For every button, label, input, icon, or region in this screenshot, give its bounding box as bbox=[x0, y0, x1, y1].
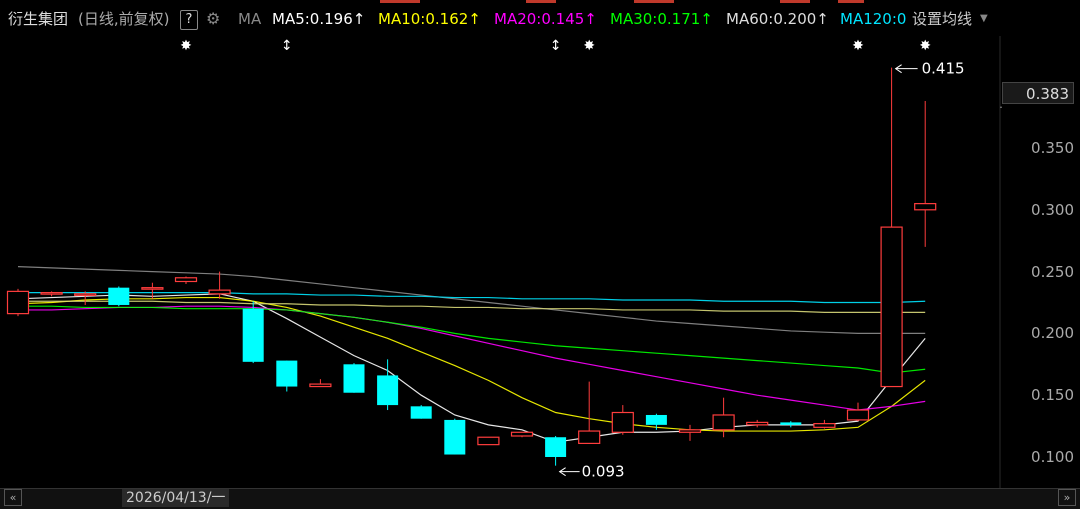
y-tick: 0.300 bbox=[1031, 201, 1074, 219]
candle-body bbox=[846, 409, 870, 421]
candle-body bbox=[611, 411, 634, 433]
candle-body bbox=[276, 360, 298, 387]
help-button[interactable]: ? bbox=[180, 10, 198, 30]
ma-line-ma5 bbox=[17, 293, 926, 443]
ma30-value: MA30:0.171↑ bbox=[610, 10, 713, 28]
ma10-value: MA10:0.162↑ bbox=[378, 10, 481, 28]
period-mode[interactable]: (日线,前复权) bbox=[78, 8, 169, 30]
current-price-label: 0.383 bbox=[1002, 82, 1074, 104]
candle-body bbox=[6, 290, 30, 315]
event-mark-icon: ↕ bbox=[550, 38, 562, 54]
event-mark-icon: ✸ bbox=[583, 38, 595, 54]
date-label: 2026/04/13/一 bbox=[122, 489, 230, 507]
chevron-down-icon[interactable]: ▼ bbox=[980, 8, 988, 30]
candle-body bbox=[712, 414, 735, 431]
candle-body bbox=[678, 429, 702, 433]
high-label: 0.415 bbox=[922, 60, 965, 78]
candle-body bbox=[545, 437, 567, 457]
top-tab-marker bbox=[526, 0, 556, 3]
scroll-left-button[interactable]: « bbox=[4, 489, 22, 506]
candle-body bbox=[444, 419, 466, 455]
stock-name: 衍生集团 bbox=[8, 10, 69, 28]
candle-body bbox=[74, 293, 97, 296]
top-tab-marker bbox=[780, 0, 810, 3]
candlestick-chart[interactable]: ✸ ↕ ↕ ✸ ✸ ✸ 0.415 0.093 bbox=[0, 0, 1080, 508]
y-tick: 0.150 bbox=[1031, 386, 1074, 404]
candle-body bbox=[578, 430, 601, 445]
candle-body bbox=[208, 289, 231, 295]
event-mark-icon: ✸ bbox=[919, 38, 931, 54]
event-mark-icon: ✸ bbox=[180, 38, 192, 54]
candle-body bbox=[813, 423, 836, 428]
candle-body bbox=[914, 203, 937, 211]
candle-body bbox=[174, 277, 198, 283]
candle-body bbox=[108, 287, 130, 305]
ma120-value: MA120:0 bbox=[840, 10, 907, 28]
y-tick: 0.200 bbox=[1031, 324, 1074, 342]
gear-icon[interactable]: ⚙ bbox=[206, 8, 220, 30]
candle-body bbox=[309, 383, 332, 388]
event-mark-icon: ↕ bbox=[281, 38, 293, 54]
event-mark-icon: ✸ bbox=[852, 38, 864, 54]
y-tick: 0.250 bbox=[1031, 263, 1074, 281]
candle-body bbox=[645, 414, 667, 425]
ma-line-ma20 bbox=[18, 305, 926, 411]
candle-body bbox=[880, 226, 903, 388]
candle-body bbox=[242, 308, 264, 362]
ma-line-ma10 bbox=[17, 296, 926, 432]
candle-body bbox=[410, 406, 432, 419]
ma-settings-link[interactable]: 设置均线 bbox=[912, 8, 972, 30]
candle-body bbox=[40, 292, 63, 295]
ma-label: MA bbox=[238, 10, 262, 28]
ma60-value: MA60:0.200↑ bbox=[726, 10, 829, 28]
top-tab-marker bbox=[634, 0, 674, 3]
candle-body bbox=[746, 421, 769, 426]
candle-body bbox=[477, 436, 500, 446]
ma-line-ma60 bbox=[17, 266, 926, 334]
low-label: 0.093 bbox=[582, 463, 625, 481]
scroll-right-button[interactable]: » bbox=[1058, 489, 1076, 506]
ma5-value: MA5:0.196↑ bbox=[272, 10, 366, 28]
candle-body bbox=[780, 422, 802, 425]
y-tick: 0.100 bbox=[1031, 448, 1074, 466]
y-tick: 0.350 bbox=[1031, 139, 1074, 157]
candle-body bbox=[141, 287, 164, 290]
top-tab-marker bbox=[380, 0, 420, 3]
ma-header: 衍生集团 (日线,前复权) ? ⚙ MA MA5:0.196↑ MA10:0.1… bbox=[0, 8, 1000, 30]
candle-body bbox=[377, 375, 399, 406]
candle-body bbox=[510, 431, 534, 437]
top-tab-marker bbox=[838, 0, 864, 3]
candle-body bbox=[343, 364, 365, 393]
ma20-value: MA20:0.145↑ bbox=[494, 10, 597, 28]
